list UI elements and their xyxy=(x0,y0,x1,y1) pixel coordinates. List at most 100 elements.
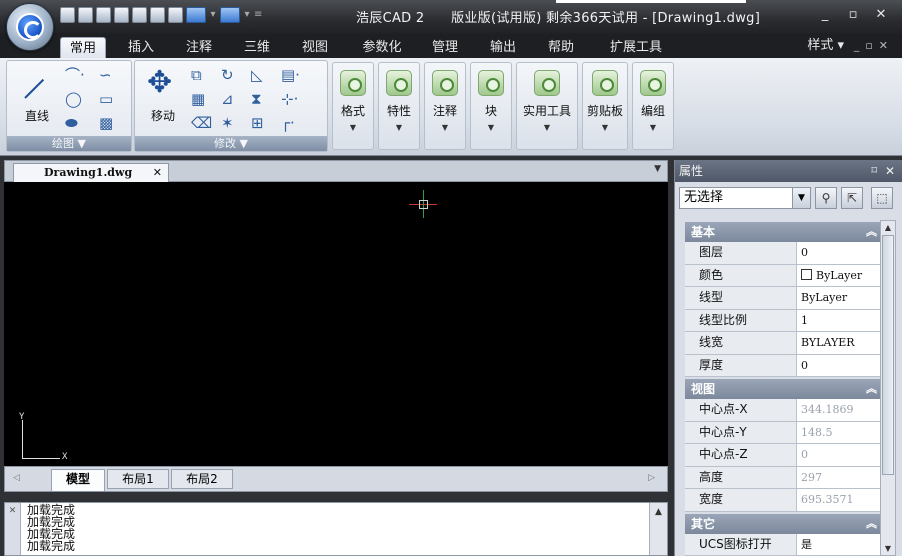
publish-icon[interactable] xyxy=(150,7,165,23)
section-header-view[interactable]: 视图 ︽ xyxy=(685,379,883,399)
command-scrollbar[interactable]: ▲ xyxy=(649,503,667,555)
tab-view[interactable]: 视图 xyxy=(292,37,338,58)
property-value[interactable]: ByLayer xyxy=(801,287,847,308)
move-tool[interactable]: ✥ 移动 xyxy=(141,67,185,127)
tab-annotate[interactable]: 注释 xyxy=(176,37,222,58)
tab-home[interactable]: 常用 xyxy=(60,37,106,58)
properties-title-bar[interactable]: 属性 ⌑ ✕ xyxy=(675,160,902,182)
erase-icon[interactable]: ⌫ xyxy=(191,115,212,131)
scroll-left-icon[interactable]: ◁ xyxy=(13,473,20,483)
property-row[interactable]: UCS图标打开 是 xyxy=(685,533,883,556)
property-row[interactable]: 中心点-Y 148.5 xyxy=(685,421,883,444)
undo-icon[interactable] xyxy=(186,7,206,23)
property-row[interactable]: 线宽 BYLAYER xyxy=(685,332,883,355)
modify-group-label[interactable]: 修改 ▼ xyxy=(135,136,327,151)
style-menu[interactable]: 样式 ▾ xyxy=(807,37,844,55)
layer-stack-icon[interactable]: ▤· xyxy=(281,67,300,83)
block-panel-button[interactable]: 块 ▼ xyxy=(470,62,512,150)
close-icon[interactable]: ✕ xyxy=(5,506,20,516)
property-value[interactable]: 1 xyxy=(801,310,808,331)
property-row[interactable]: 中心点-X 344.1869 xyxy=(685,399,883,422)
close-icon[interactable]: ✕ xyxy=(153,164,162,182)
customize-qat-icon[interactable]: ≡ xyxy=(254,7,262,23)
property-row[interactable]: 厚度 0 xyxy=(685,354,883,377)
annotation-panel-button[interactable]: 注释 ▼ xyxy=(424,62,466,150)
redo-icon[interactable] xyxy=(220,7,240,23)
property-row[interactable]: 线型比例 1 xyxy=(685,309,883,332)
tab-parametric[interactable]: 参数化 xyxy=(352,37,412,58)
tab-model[interactable]: 模型 xyxy=(51,469,105,491)
copy-icon[interactable]: ⧉ xyxy=(191,67,202,83)
array-icon[interactable]: ▦ xyxy=(191,91,205,107)
scroll-up-icon[interactable]: ▲ xyxy=(881,223,895,232)
mirror-icon[interactable]: ⧗ xyxy=(251,91,262,107)
scroll-down-icon[interactable]: ▼ xyxy=(881,544,895,553)
spline-icon[interactable]: ∽ xyxy=(99,67,112,83)
ellipse-icon[interactable]: ⬬ xyxy=(65,115,78,131)
property-value[interactable]: 0 xyxy=(801,242,808,263)
property-row[interactable]: 宽度 695.3571 xyxy=(685,489,883,512)
command-line-handle[interactable]: ✕ xyxy=(5,503,21,555)
collapse-icon[interactable]: ︽ xyxy=(866,514,877,534)
tab-manage[interactable]: 管理 xyxy=(422,37,468,58)
property-row[interactable]: 高度 297 xyxy=(685,466,883,489)
chevron-down-icon[interactable]: ▼ xyxy=(792,188,810,208)
open-file-icon[interactable] xyxy=(78,7,93,23)
toggle-pickadd-button[interactable]: ⚲ xyxy=(815,187,837,209)
chevron-down-icon[interactable]: ▾ xyxy=(209,7,217,23)
drawing-canvas[interactable] xyxy=(4,182,668,466)
property-row[interactable]: 颜色 ByLayer xyxy=(685,264,883,287)
extend-icon[interactable]: ⊹· xyxy=(281,91,298,107)
property-value[interactable]: 是 xyxy=(801,534,812,555)
quick-select-button[interactable]: ⬚ xyxy=(871,187,893,209)
stretch-icon[interactable]: ⊿ xyxy=(221,91,234,107)
tab-insert[interactable]: 插入 xyxy=(118,37,164,58)
property-value[interactable]: BYLAYER xyxy=(801,332,855,353)
polyline-icon[interactable]: ⌒· xyxy=(65,67,85,83)
pin-icon[interactable]: ⌑ xyxy=(871,160,877,182)
clipboard-panel-button[interactable]: 剪贴板 ▼ xyxy=(582,62,628,150)
property-row[interactable]: 图层 0 xyxy=(685,242,883,265)
properties-panel-button[interactable]: 特性 ▼ xyxy=(378,62,420,150)
rectangle-icon[interactable]: ▭ xyxy=(99,91,113,107)
select-objects-button[interactable]: ⇱ xyxy=(841,187,863,209)
maximize-button[interactable]: ▫ xyxy=(840,5,866,25)
tab-help[interactable]: 帮助 xyxy=(538,37,584,58)
application-menu-button[interactable] xyxy=(6,3,54,51)
draw-group-label[interactable]: 绘图 ▼ xyxy=(7,136,131,151)
section-header-general[interactable]: 基本 ︽ xyxy=(685,222,883,242)
grid-array-icon[interactable]: ⊞ xyxy=(251,115,264,131)
tab-3d[interactable]: 三维 xyxy=(234,37,280,58)
collapse-icon[interactable]: ︽ xyxy=(866,379,877,399)
fillet-icon[interactable]: ┌· xyxy=(281,115,295,131)
tab-layout1[interactable]: 布局1 xyxy=(107,469,169,489)
hatch-icon[interactable]: ▩ xyxy=(99,115,113,131)
tab-layout2[interactable]: 布局2 xyxy=(171,469,233,489)
save-as-icon[interactable] xyxy=(114,7,129,23)
property-row[interactable]: 中心点-Z 0 xyxy=(685,444,883,467)
rotate-icon[interactable]: ↻ xyxy=(221,67,234,83)
explode-icon[interactable]: ✶ xyxy=(221,115,234,131)
line-tool[interactable]: 直线 xyxy=(15,67,59,127)
trim-icon[interactable]: ◺ xyxy=(251,67,263,83)
property-row[interactable]: 线型 ByLayer xyxy=(685,287,883,310)
chevron-down-icon[interactable]: ▾ xyxy=(243,7,251,23)
utilities-panel-button[interactable]: 实用工具 ▼ xyxy=(516,62,578,150)
print-icon[interactable] xyxy=(132,7,147,23)
tab-output[interactable]: 输出 xyxy=(480,37,526,58)
format-panel-button[interactable]: 格式 ▼ xyxy=(332,62,374,150)
document-tab[interactable]: Drawing1.dwg ✕ xyxy=(13,163,169,183)
group-panel-button[interactable]: 编组 ▼ xyxy=(632,62,674,150)
ribbon-mini-controls[interactable]: _▫✕ xyxy=(854,39,894,52)
section-header-misc[interactable]: 其它 ︽ xyxy=(685,513,883,534)
close-icon[interactable]: ✕ xyxy=(885,160,895,182)
properties-scrollbar[interactable]: ▲ ▼ xyxy=(880,220,896,556)
property-value-color[interactable]: ByLayer xyxy=(801,265,862,286)
tab-extension-tools[interactable]: 扩展工具 xyxy=(598,37,674,58)
property-value[interactable]: 0 xyxy=(801,355,808,376)
new-file-icon[interactable] xyxy=(60,7,75,23)
minimize-button[interactable]: _ xyxy=(812,5,838,25)
selection-dropdown[interactable]: 无选择 ▼ xyxy=(679,187,811,209)
save-icon[interactable] xyxy=(96,7,111,23)
scrollbar-thumb[interactable] xyxy=(882,235,894,475)
